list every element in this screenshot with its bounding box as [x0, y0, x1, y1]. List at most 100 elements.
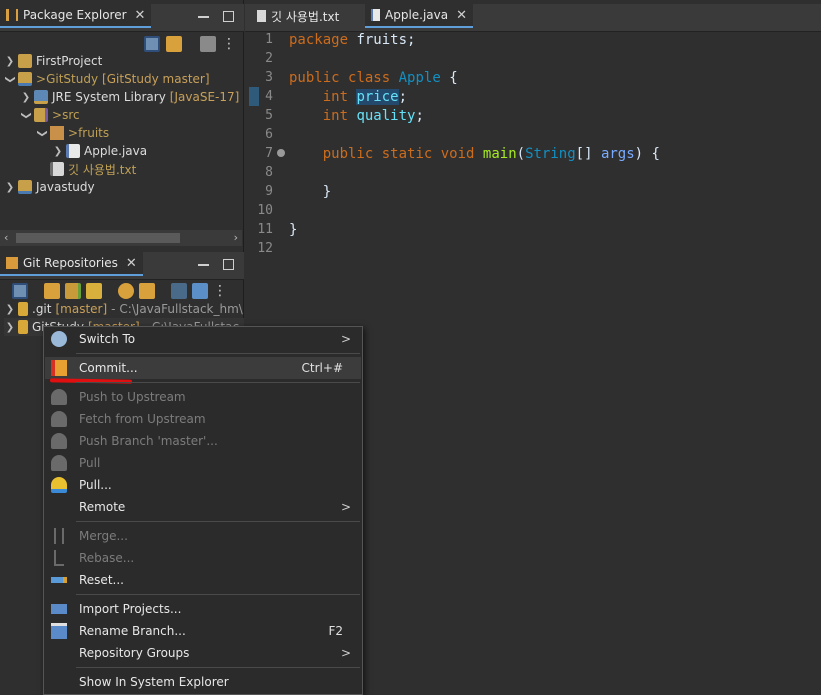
chevron-down-icon[interactable]: ❯: [21, 109, 32, 121]
menu-shortcut: Ctrl+#: [301, 361, 343, 375]
scrollbar-thumb[interactable]: [16, 233, 180, 243]
repository-row-dotgit[interactable]: ❯ .git [master] - C:\JavaFullstack_hm\: [4, 300, 243, 318]
menu-item-rename-branch[interactable]: Rename Branch... F2: [45, 620, 361, 642]
tree-item-txt-file[interactable]: 깃 사용법.txt: [36, 160, 136, 178]
clone-repository-icon[interactable]: [65, 283, 81, 299]
code-line: 8: [245, 163, 821, 182]
minimize-icon[interactable]: [198, 259, 209, 266]
package-explorer-scrollbar[interactable]: ‹ ›: [0, 230, 242, 246]
tab-package-explorer[interactable]: Package Explorer ✕: [0, 4, 152, 28]
close-icon[interactable]: ✕: [126, 256, 137, 271]
minimize-icon[interactable]: [198, 11, 209, 18]
tree-item-jre-library[interactable]: ❯ JRE System Library [JavaSE-17]: [20, 88, 239, 106]
git-repository-icon: [6, 257, 18, 269]
view-menu-icon[interactable]: ⋮: [222, 36, 236, 52]
tree-item-gitstudy[interactable]: ❯ > GitStudy [GitStudy master]: [4, 70, 210, 88]
repository-path: - C:\JavaFullstack_hm\: [111, 302, 243, 316]
show-details-icon[interactable]: [192, 283, 208, 299]
code-line: 10: [245, 201, 821, 220]
chevron-down-icon[interactable]: ❯: [37, 127, 48, 139]
menu-item-push-branch[interactable]: Push Branch 'master'...: [45, 430, 361, 452]
reset-icon: [51, 577, 67, 583]
switch-branch-icon: [51, 331, 67, 347]
code-line: 7 public static void main(String[] args)…: [245, 144, 821, 163]
menu-item-rebase[interactable]: Rebase...: [45, 547, 361, 569]
tree-item-javastudy[interactable]: ❯ Javastudy: [4, 178, 95, 196]
package-explorer-tabbar: Package Explorer ✕: [0, 4, 244, 32]
maximize-icon[interactable]: [223, 259, 234, 270]
collapse-all-icon[interactable]: [144, 36, 160, 52]
line-number: 3: [265, 70, 273, 85]
tab-apple-java[interactable]: Apple.java ✕: [365, 4, 474, 28]
tree-item-label: Apple.java: [84, 144, 148, 158]
menu-item-fetch-upstream[interactable]: Fetch from Upstream: [45, 408, 361, 430]
tree-item-decoration: [JavaSE-17]: [169, 90, 240, 104]
close-icon[interactable]: ✕: [135, 8, 146, 23]
menu-item-reset[interactable]: Reset...: [45, 569, 361, 591]
chevron-right-icon[interactable]: ❯: [4, 322, 16, 333]
menu-item-repository-groups[interactable]: Repository Groups >: [45, 642, 361, 664]
tab-label: Apple.java: [385, 8, 449, 22]
maximize-icon[interactable]: [223, 11, 234, 22]
code-line: 3 public class Apple {: [245, 68, 821, 87]
chevron-right-icon[interactable]: ❯: [4, 56, 16, 67]
tree-item-label: JRE System Library: [52, 90, 166, 104]
menu-item-pull[interactable]: Pull: [45, 452, 361, 474]
view-window-buttons: [198, 11, 234, 22]
create-repository-icon[interactable]: [86, 283, 102, 299]
import-projects-icon: [51, 604, 67, 614]
menu-item-import-projects[interactable]: Import Projects...: [45, 598, 361, 620]
code-line: 5 int quality;: [245, 106, 821, 125]
scroll-right-icon[interactable]: ›: [234, 231, 238, 244]
menu-item-pull-dialog[interactable]: Pull...: [45, 474, 361, 496]
menu-item-remote[interactable]: Remote >: [45, 496, 361, 518]
chevron-right-icon[interactable]: ❯: [52, 146, 64, 157]
tree-item-prefix: >: [68, 126, 79, 140]
chevron-down-icon[interactable]: ❯: [5, 73, 16, 85]
menu-item-switch-to[interactable]: Switch To >: [45, 328, 361, 350]
menu-item-show-in-explorer[interactable]: Show In System Explorer: [45, 671, 361, 693]
line-number: 8: [265, 165, 273, 180]
fold-toggle-icon[interactable]: [277, 149, 285, 157]
line-number: 5: [265, 108, 273, 123]
tab-label: Git Repositories: [23, 256, 118, 270]
add-repository-icon[interactable]: [44, 283, 60, 299]
context-menu: Switch To > Commit... Ctrl+# Push to Ups…: [43, 326, 363, 695]
tab-git-repositories[interactable]: Git Repositories ✕: [0, 252, 143, 276]
tree-item-label: GitStudy: [46, 72, 99, 86]
tree-item-apple-java[interactable]: ❯ Apple.java: [52, 142, 147, 160]
chevron-right-icon[interactable]: ❯: [4, 304, 16, 315]
tree-item-fruits[interactable]: ❯ > fruits: [36, 124, 109, 142]
package-icon: [50, 126, 64, 140]
collapse-all-icon[interactable]: [12, 283, 28, 299]
menu-item-merge[interactable]: Merge...: [45, 525, 361, 547]
filter-icon[interactable]: [200, 36, 216, 52]
tab-label: 깃 사용법.txt: [271, 9, 340, 24]
line-number: 6: [265, 127, 273, 142]
menu-item-push-upstream[interactable]: Push to Upstream: [45, 386, 361, 408]
tree-item-label: src: [62, 108, 80, 122]
tree-item-firstproject[interactable]: ❯ FirstProject: [4, 52, 102, 70]
tree-item-prefix: >: [52, 108, 63, 122]
package-explorer-icon: [6, 9, 18, 21]
commit-icon: [51, 360, 67, 376]
java-file-icon: [66, 144, 80, 158]
view-menu-icon[interactable]: ⋮: [213, 283, 227, 299]
code-line: 1 package fruits;: [245, 30, 821, 49]
fetch-icon: [51, 411, 67, 427]
scroll-left-icon[interactable]: ‹: [4, 231, 8, 244]
menu-separator: [76, 382, 360, 383]
tab-txt-file[interactable]: 깃 사용법.txt: [251, 4, 345, 28]
link-with-editor-icon[interactable]: [166, 36, 182, 52]
close-icon[interactable]: ✕: [456, 8, 467, 23]
chevron-right-icon[interactable]: ❯: [20, 92, 32, 103]
line-number: 9: [265, 184, 273, 199]
refresh-icon[interactable]: [118, 283, 134, 299]
tree-item-src[interactable]: ❯ > src: [20, 106, 80, 124]
menu-item-commit[interactable]: Commit... Ctrl+#: [45, 357, 361, 379]
chevron-right-icon[interactable]: ❯: [4, 182, 16, 193]
line-number: 10: [257, 203, 273, 218]
link-with-selection-icon[interactable]: [139, 283, 155, 299]
line-number: 4: [265, 89, 273, 104]
hierarchical-layout-icon[interactable]: [171, 283, 187, 299]
